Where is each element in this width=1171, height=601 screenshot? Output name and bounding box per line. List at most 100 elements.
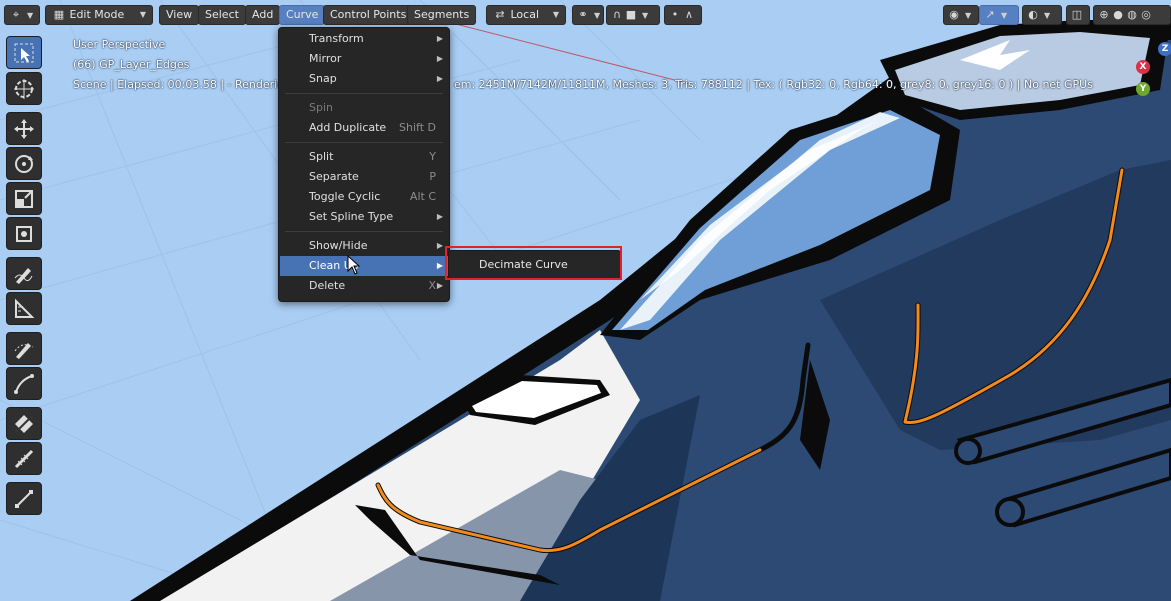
snap-magnet-icon: ∩ — [612, 8, 622, 21]
proportional-editing-controls[interactable]: • ∧ — [664, 5, 702, 25]
move-tool[interactable] — [6, 112, 42, 145]
xray-icon: ◫ — [1071, 8, 1083, 21]
extrude-tool[interactable] — [6, 482, 42, 515]
submenu-arrow-icon: ▶ — [436, 261, 443, 270]
shortcut-label: Alt C — [409, 190, 436, 203]
chevron-down-icon: ▼ — [27, 11, 34, 20]
shortcut-label: X — [428, 279, 436, 292]
orientation-label: Local — [510, 8, 540, 21]
curve-menu: Transform ▶ Mirror ▶ Snap ▶ Spin Add Duplic… — [278, 27, 450, 302]
cursor-icon — [14, 78, 34, 99]
menu-item-set-spline-type[interactable]: Set Spline Type ▶ — [280, 207, 448, 227]
menu-view[interactable]: View — [159, 5, 200, 25]
view-name-label: User Perspective — [73, 38, 166, 51]
tilt-tool[interactable] — [6, 407, 42, 440]
editor-type-dropdown[interactable]: ⌖ ▼ — [4, 5, 40, 25]
menu-item-label: Delete — [309, 279, 346, 292]
extrude-icon — [15, 489, 33, 508]
menu-item-show-hide[interactable]: Show/Hide ▶ — [280, 236, 448, 256]
transform-tool[interactable] — [6, 217, 42, 250]
chevron-down-icon: ▼ — [642, 11, 649, 20]
shading-modes[interactable]: ⊕ ● ◍ ◎ — [1093, 5, 1171, 25]
eye-icon: ◉ — [949, 8, 959, 21]
shortcut-label: Shift D — [399, 121, 436, 134]
gizmo-toggle[interactable]: ↗ ▼ — [979, 5, 1019, 25]
menu-item-label: Transform — [309, 32, 364, 45]
pen-icon — [14, 373, 34, 394]
material-shading-icon: ◍ — [1127, 8, 1137, 21]
menu-add[interactable]: Add — [245, 5, 281, 25]
menu-item-toggle-cyclic[interactable]: Toggle Cyclic Alt C — [280, 187, 448, 207]
menu-item-separate[interactable]: Separate P — [280, 167, 448, 187]
menu-segments[interactable]: Segments — [407, 5, 477, 25]
stats-left-label: Scene | Elapsed: 00:03.58 | - Rendering — [73, 78, 292, 91]
rendered-shading-icon: ◎ — [1141, 8, 1151, 21]
x-axis-handle[interactable]: X — [1136, 60, 1150, 74]
draw-curve-icon — [14, 342, 34, 359]
menu-separator — [285, 142, 443, 143]
menu-control-points[interactable]: Control Points — [323, 5, 414, 25]
navigation-gizmo[interactable]: Z X Y — [1125, 40, 1171, 110]
pivot-icon: ⚭ — [578, 8, 588, 21]
move-icon — [14, 118, 34, 139]
menu-item-delete[interactable]: Delete X ▶ — [280, 276, 448, 296]
menu-item-add-duplicate[interactable]: Add Duplicate Shift D — [280, 118, 448, 138]
annotate-tool[interactable] — [6, 257, 42, 290]
visibility-dropdown[interactable]: ◉ ▼ — [943, 5, 979, 25]
3d-viewport[interactable]: User Perspective (66) GP_Layer_Edges Sce… — [0, 0, 1171, 601]
falloff-curve-icon: ∧ — [684, 8, 694, 21]
rotate-icon — [15, 154, 33, 173]
solid-shading-icon: ● — [1113, 8, 1123, 21]
menu-select[interactable]: Select — [198, 5, 246, 25]
viewport-editor-icon: ⌖ — [12, 8, 20, 21]
mode-dropdown[interactable]: ▦ Edit Mode ▼ — [45, 5, 153, 25]
measure-tool[interactable] — [6, 292, 42, 325]
menu-item-spin: Spin — [280, 98, 448, 118]
randomize-tool[interactable] — [6, 442, 42, 475]
menu-curve[interactable]: Curve — [279, 5, 326, 25]
overlays-icon: ◐ — [1028, 8, 1038, 21]
submenu-arrow-icon: ▶ — [436, 241, 443, 250]
select-box-tool[interactable] — [6, 36, 42, 69]
submenu-arrow-icon: ▶ — [436, 212, 443, 221]
highlight-annotation-box — [445, 246, 622, 280]
menu-item-label: Toggle Cyclic — [309, 190, 381, 203]
pivot-point-dropdown[interactable]: ⚭ ▼ — [572, 5, 604, 25]
z-axis-handle[interactable]: Z — [1158, 42, 1171, 56]
submenu-arrow-icon: ▶ — [436, 54, 443, 63]
y-axis-handle[interactable]: Y — [1136, 82, 1150, 96]
menu-item-clean-up[interactable]: Clean Up ▶ — [280, 256, 448, 276]
scale-tool[interactable] — [6, 182, 42, 215]
measure-icon — [15, 298, 35, 318]
active-object-label: (66) GP_Layer_Edges — [73, 58, 190, 71]
menu-item-transform[interactable]: Transform ▶ — [280, 29, 448, 49]
draw-curve-tool[interactable] — [6, 332, 42, 365]
rotate-tool[interactable] — [6, 147, 42, 180]
menu-item-snap[interactable]: Snap ▶ — [280, 69, 448, 89]
chevron-down-icon: ▼ — [139, 10, 146, 19]
menu-item-label: Separate — [309, 170, 359, 183]
menu-separator — [285, 231, 443, 232]
snap-controls[interactable]: ∩ ■ ▼ — [606, 5, 660, 25]
shortcut-label: Y — [429, 150, 436, 163]
transform-orientation-dropdown[interactable]: ⇄ Local ▼ — [486, 5, 566, 25]
menu-item-label: Add Duplicate — [309, 121, 387, 134]
pen-tool[interactable] — [6, 367, 42, 400]
mode-label: Edit Mode — [69, 8, 125, 21]
proportional-edit-icon: • — [671, 8, 679, 21]
orientation-icon: ⇄ — [495, 8, 505, 21]
randomize-icon — [14, 449, 34, 468]
wireframe-shading-icon: ⊕ — [1099, 8, 1109, 21]
menu-item-label: Split — [309, 150, 334, 163]
menu-item-mirror[interactable]: Mirror ▶ — [280, 49, 448, 69]
mouse-pointer-icon — [347, 255, 361, 275]
viewport-header: ⌖ ▼ ▦ Edit Mode ▼ View Select Add Curve C… — [0, 0, 1171, 30]
overlays-toggle[interactable]: ◐ ▼ — [1022, 5, 1062, 25]
cursor-tool[interactable] — [6, 72, 42, 105]
snap-target-icon: ■ — [625, 8, 637, 21]
menu-item-split[interactable]: Split Y — [280, 147, 448, 167]
xray-toggle[interactable]: ◫ — [1066, 5, 1090, 25]
annotate-icon — [14, 267, 33, 284]
scale-icon — [15, 189, 33, 208]
submenu-arrow-icon: ▶ — [436, 34, 443, 43]
